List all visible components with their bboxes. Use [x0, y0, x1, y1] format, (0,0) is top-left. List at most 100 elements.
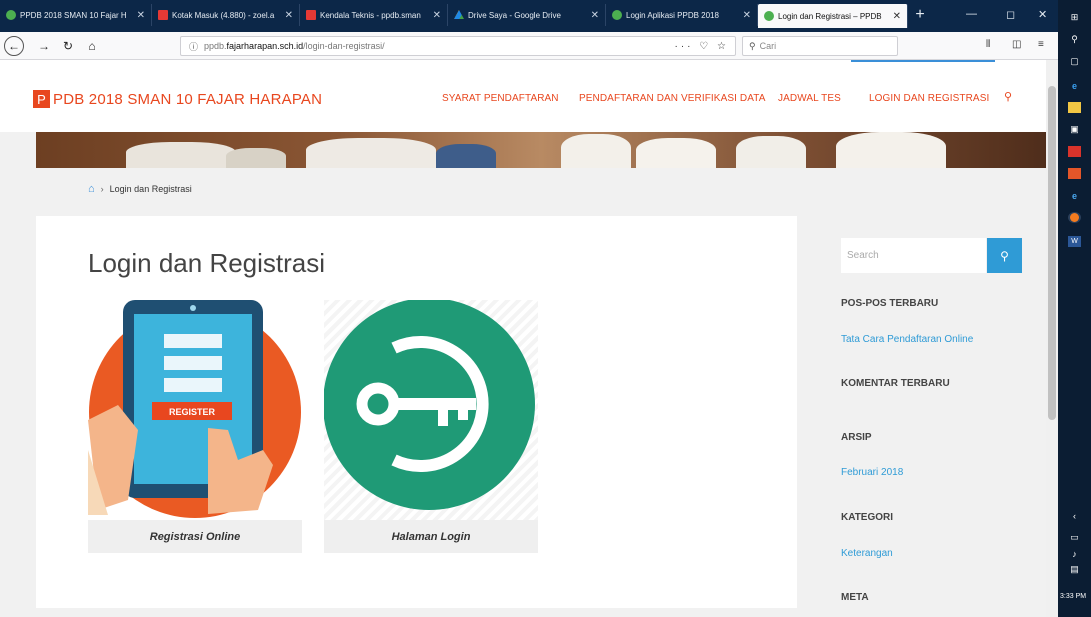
window-close-icon[interactable]: ✕: [1038, 8, 1047, 21]
minimize-icon[interactable]: —: [966, 8, 977, 20]
search-icon[interactable]: ⚲: [1068, 34, 1081, 45]
logo-text: PDB 2018 SMAN 10 FAJAR HARAPAN: [53, 90, 323, 108]
internet-explorer-icon[interactable]: e: [1068, 190, 1081, 201]
login-card[interactable]: Halaman Login: [323, 298, 538, 553]
navigation-toolbar: ← → ↻ ⌂ ⓘ ppdb. fajarharapan.sch.id/login…: [0, 32, 1058, 60]
tab-login-registrasi[interactable]: Login dan Registrasi – PPDB ✕: [758, 4, 908, 28]
recent-comments-heading: KOMENTAR TERBARU: [841, 378, 950, 389]
register-illustration[interactable]: REGISTER: [88, 300, 302, 520]
back-button[interactable]: ←: [4, 36, 24, 56]
sidebar-search-input[interactable]: Search: [841, 238, 986, 273]
taskbar: ⊞ ⚲ ▢ e ▣ e W ‹ ▭ ♪ ▤ 3:33 PM: [1058, 0, 1091, 617]
tab-favicon-icon: [764, 11, 774, 21]
recent-post-link[interactable]: Tata Cara Pendaftaran Online: [841, 334, 973, 345]
menu-item-pendaftaran-verifikasi[interactable]: PENDAFTARAN DAN VERIFIKASI DATA: [579, 93, 765, 104]
breadcrumb: ⌂ › Login dan Registrasi: [88, 183, 192, 195]
library-icon[interactable]: ⫴: [986, 39, 990, 50]
category-link[interactable]: Keterangan: [841, 548, 893, 559]
archive-link[interactable]: Februari 2018: [841, 467, 903, 478]
info-icon: ⓘ: [189, 41, 199, 52]
svg-text:REGISTER: REGISTER: [169, 407, 216, 417]
file-explorer-icon[interactable]: [1068, 102, 1081, 113]
registration-card[interactable]: REGISTER Registrasi Online: [88, 300, 302, 553]
breadcrumb-strip: ⌂ › Login dan Registrasi: [36, 168, 1046, 212]
close-icon[interactable]: ✕: [433, 10, 441, 21]
page-scrollbar[interactable]: [1046, 60, 1058, 617]
volume-icon[interactable]: ♪: [1068, 548, 1081, 559]
edge-icon[interactable]: e: [1068, 80, 1081, 91]
firefox-icon[interactable]: [1068, 212, 1081, 223]
archive-heading: ARSIP: [841, 432, 872, 443]
restore-icon[interactable]: ◻: [1006, 8, 1015, 21]
close-icon[interactable]: ✕: [285, 10, 293, 21]
page-title: Login dan Registrasi: [88, 248, 326, 278]
sidebar-toggle-icon[interactable]: ◫: [1012, 39, 1021, 50]
key-icon: [323, 298, 535, 510]
menu-active-indicator: [851, 60, 995, 62]
sidebar-search-placeholder: Search: [847, 250, 879, 261]
login-illustration[interactable]: [323, 298, 538, 520]
close-icon[interactable]: ✕: [893, 11, 901, 22]
tab-favicon-icon: [6, 10, 16, 20]
close-icon[interactable]: ✕: [137, 10, 145, 21]
app-icon[interactable]: [1068, 168, 1081, 179]
search-button[interactable]: ⚲: [987, 238, 1022, 273]
close-icon[interactable]: ✕: [743, 10, 751, 21]
chevron-left-icon[interactable]: ‹: [1068, 510, 1081, 521]
menu-item-login-registrasi[interactable]: LOGIN DAN REGISTRASI: [869, 93, 989, 104]
menu-item-syarat-pendaftaran[interactable]: SYARAT PENDAFTARAN: [442, 93, 559, 104]
tab-ppdb-home[interactable]: PPDB 2018 SMAN 10 Fajar H ✕: [0, 4, 152, 26]
tab-mail[interactable]: Kotak Masuk (4.880) - zoel.a ✕: [152, 4, 300, 26]
mail-icon: [158, 10, 168, 20]
main-content: Login dan Registrasi REGISTER Registrasi…: [36, 216, 797, 608]
banner-figure: [561, 134, 631, 168]
browser-search-input[interactable]: ⚲ Cari: [742, 36, 898, 56]
new-tab-button[interactable]: +: [908, 6, 932, 24]
breadcrumb-separator: ›: [100, 184, 104, 194]
header-banner-image: [36, 132, 1046, 168]
home-icon[interactable]: ⌂: [84, 36, 100, 56]
scrollbar-thumb[interactable]: [1048, 86, 1056, 420]
store-icon[interactable]: ▣: [1068, 124, 1081, 135]
banner-figure: [636, 138, 716, 168]
search-icon: ⚲: [749, 40, 756, 51]
word-icon[interactable]: W: [1068, 236, 1081, 247]
taskbar-clock[interactable]: 3:33 PM: [1060, 593, 1086, 600]
tab-bar: PPDB 2018 SMAN 10 Fajar H ✕ Kotak Masuk …: [0, 0, 1058, 32]
url-prefix: ppdb.: [204, 41, 227, 51]
tab-label: Login dan Registrasi – PPDB: [778, 11, 882, 21]
register-tablet-icon: REGISTER: [88, 300, 301, 518]
windows-start-icon[interactable]: ⊞: [1068, 12, 1081, 23]
meta-heading: META: [841, 592, 869, 603]
page-actions-icon[interactable]: ··· ♡ ☆: [675, 41, 729, 52]
home-icon[interactable]: ⌂: [88, 183, 95, 195]
tab-kendala-teknis[interactable]: Kendala Teknis - ppdb.sman ✕: [300, 4, 448, 26]
tab-google-drive[interactable]: Drive Saya - Google Drive ✕: [448, 4, 606, 26]
site-logo[interactable]: P PDB 2018 SMAN 10 FAJAR HARAPAN: [33, 90, 322, 108]
mail-app-icon[interactable]: [1068, 146, 1081, 157]
tab-login-aplikasi[interactable]: Login Aplikasi PPDB 2018 ✕: [606, 4, 758, 26]
drive-icon: [454, 10, 464, 19]
banner-figure: [126, 142, 236, 168]
login-caption[interactable]: Halaman Login: [324, 520, 538, 553]
screen: PPDB 2018 SMAN 10 Fajar H ✕ Kotak Masuk …: [0, 0, 1091, 617]
task-view-icon[interactable]: ▢: [1068, 56, 1081, 67]
forward-icon[interactable]: →: [36, 36, 52, 56]
url-bar[interactable]: ⓘ ppdb. fajarharapan.sch.id/login-dan-reg…: [180, 36, 736, 56]
reload-icon[interactable]: ↻: [60, 36, 76, 56]
menu-icon[interactable]: ≡: [1038, 39, 1044, 50]
site-header: P PDB 2018 SMAN 10 FAJAR HARAPAN SYARAT …: [0, 60, 1046, 132]
url-path: /login-dan-registrasi/: [303, 41, 385, 51]
close-icon[interactable]: ✕: [591, 10, 599, 21]
logo-mark: P: [33, 90, 50, 108]
registration-caption[interactable]: Registrasi Online: [88, 520, 302, 553]
search-icon[interactable]: ⚲: [1004, 90, 1012, 103]
browser-search-placeholder: Cari: [759, 41, 777, 51]
banner-figure: [226, 148, 286, 168]
notification-icon[interactable]: ▤: [1068, 564, 1081, 575]
battery-icon: ▭: [1070, 532, 1079, 542]
menu-item-jadwal-tes[interactable]: JADWAL TES: [778, 93, 841, 104]
category-heading: KATEGORI: [841, 512, 894, 523]
banner-figure: [836, 132, 946, 168]
tab-label: Kotak Masuk (4.880) - zoel.a: [172, 10, 275, 20]
